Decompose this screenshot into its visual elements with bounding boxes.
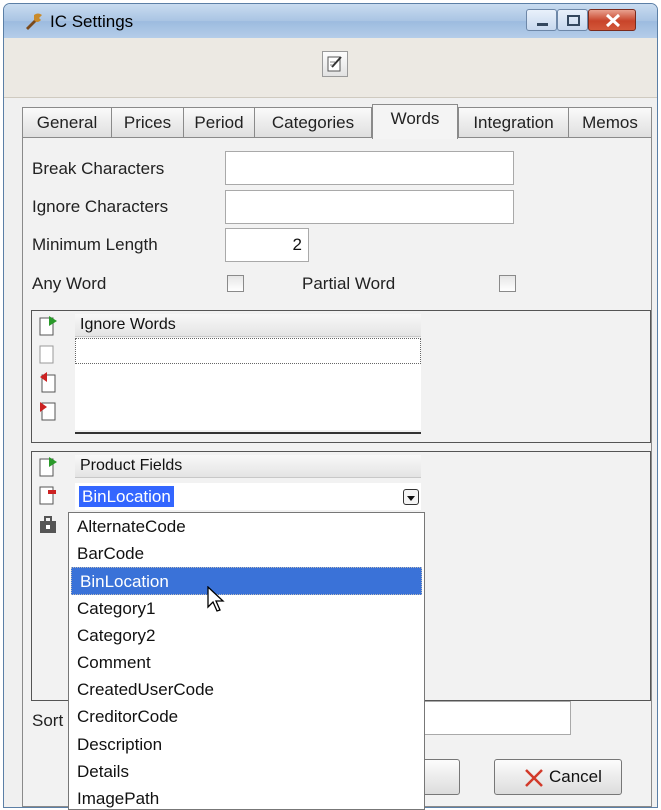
wrench-icon <box>26 13 42 30</box>
product-field-combo[interactable]: BinLocation <box>75 483 421 510</box>
chevron-down-icon <box>407 496 415 501</box>
list-item[interactable]: Description <box>69 731 424 758</box>
maximize-icon <box>567 15 580 26</box>
list-item[interactable]: BarCode <box>69 540 424 567</box>
combo-selected-value: BinLocation <box>79 486 174 507</box>
list-item[interactable]: CreatedUserCode <box>69 676 424 703</box>
ignore-words-grid[interactable] <box>75 338 421 430</box>
list-item[interactable]: Category1 <box>69 595 424 622</box>
list-item-selected[interactable]: BinLocation <box>71 567 422 595</box>
close-icon <box>605 13 621 28</box>
tab-general[interactable]: General <box>22 107 112 138</box>
tab-words[interactable]: Words <box>372 104 458 139</box>
delete-row-icon[interactable] <box>38 399 58 421</box>
mouse-cursor-icon <box>207 586 225 612</box>
add-field-icon[interactable] <box>38 456 58 478</box>
edit-icon <box>327 56 342 72</box>
dropdown-button[interactable] <box>403 489 419 505</box>
settings-tabs: General Prices Period Categories Words I… <box>22 104 652 139</box>
blank-row-icon[interactable] <box>38 343 58 365</box>
table-row[interactable] <box>75 338 421 364</box>
minimize-button[interactable] <box>526 9 557 31</box>
list-item[interactable]: ImagePath <box>69 785 424 809</box>
edit-button[interactable] <box>322 51 348 77</box>
break-characters-field[interactable] <box>225 151 514 185</box>
ignore-words-section: Ignore Words <box>31 310 651 443</box>
grid-divider <box>75 432 421 434</box>
maximize-button[interactable] <box>557 9 588 31</box>
add-row-icon[interactable] <box>38 315 58 337</box>
list-item[interactable]: CreditorCode <box>69 703 424 730</box>
tab-integration[interactable]: Integration <box>458 107 569 138</box>
cancel-label: Cancel <box>549 767 602 786</box>
tab-period[interactable]: Period <box>183 107 255 138</box>
list-item[interactable]: AlternateCode <box>69 513 424 540</box>
ignore-characters-label: Ignore Characters <box>32 197 169 216</box>
minimum-length-field[interactable]: 2 <box>225 228 309 262</box>
list-item[interactable]: Comment <box>69 649 424 676</box>
break-characters-label: Break Characters <box>32 159 165 178</box>
cancel-button[interactable]: Cancel <box>494 759 622 795</box>
move-up-icon[interactable] <box>38 371 58 393</box>
title-bar[interactable]: IC Settings <box>4 4 657 38</box>
any-word-label: Any Word <box>32 274 107 293</box>
window-title: IC Settings <box>50 12 134 31</box>
list-item[interactable]: Category2 <box>69 622 424 649</box>
minimum-length-label: Minimum Length <box>32 235 158 254</box>
close-button[interactable] <box>588 9 636 31</box>
toolbar <box>4 38 657 98</box>
product-fields-header: Product Fields <box>75 455 421 478</box>
partial-word-label: Partial Word <box>302 274 396 293</box>
partial-word-checkbox[interactable] <box>499 275 516 292</box>
any-word-checkbox[interactable] <box>227 275 244 292</box>
product-fields-dropdown[interactable]: AlternateCode BarCode BinLocation Catego… <box>68 512 425 810</box>
sort-label: Sort <box>32 711 64 730</box>
tab-memos[interactable]: Memos <box>568 107 652 138</box>
ignore-words-header: Ignore Words <box>75 314 421 337</box>
minimize-icon <box>537 23 548 26</box>
tab-categories[interactable]: Categories <box>254 107 372 138</box>
ignore-characters-field[interactable] <box>225 190 514 224</box>
remove-field-icon[interactable] <box>38 484 58 506</box>
list-item[interactable]: Details <box>69 758 424 785</box>
cancel-x-icon <box>525 769 543 787</box>
toolbox-icon[interactable] <box>38 514 58 536</box>
tab-prices[interactable]: Prices <box>111 107 184 138</box>
sort-field[interactable] <box>423 701 571 735</box>
